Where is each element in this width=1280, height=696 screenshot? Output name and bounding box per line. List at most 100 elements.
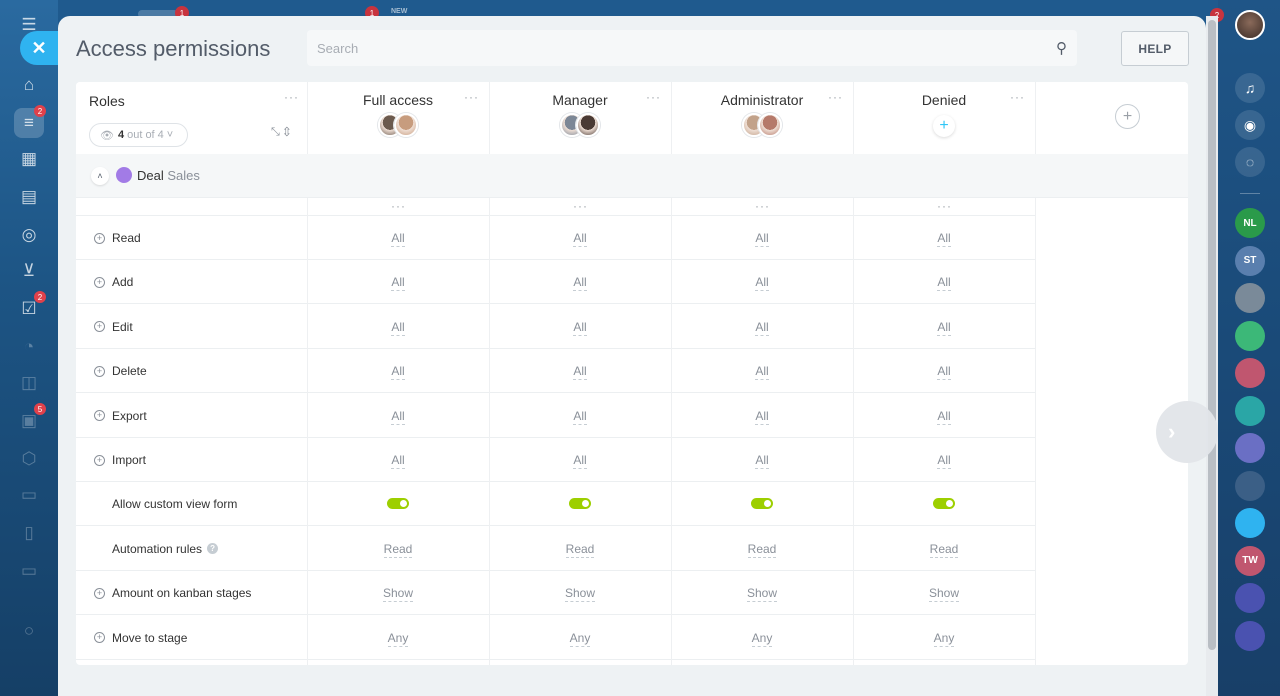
expand-plus-icon[interactable]: + bbox=[94, 587, 105, 599]
bell-icon[interactable]: ◔ bbox=[14, 332, 44, 362]
permission-value[interactable]: All bbox=[489, 231, 671, 247]
permission-value[interactable]: All bbox=[489, 275, 671, 292]
chat-avatar[interactable] bbox=[1235, 320, 1265, 351]
target-icon[interactable]: ◎ bbox=[14, 220, 44, 250]
chat-avatar[interactable] bbox=[1235, 583, 1265, 613]
permission-value[interactable]: All bbox=[853, 319, 1035, 336]
add-member-icon[interactable]: + bbox=[933, 115, 955, 137]
permission-toggle[interactable] bbox=[569, 498, 591, 510]
permission-value[interactable]: All bbox=[307, 408, 489, 425]
permission-value[interactable]: All bbox=[853, 275, 1035, 292]
permission-value[interactable]: Any bbox=[307, 630, 489, 647]
chat-avatar[interactable] bbox=[1235, 395, 1265, 426]
role-header[interactable]: Denied ··· + bbox=[853, 82, 1035, 154]
search-input[interactable]: Search ⚲ bbox=[307, 30, 1077, 66]
chat-avatar[interactable] bbox=[1235, 470, 1265, 501]
chat-avatar[interactable] bbox=[1235, 433, 1265, 463]
permission-value[interactable]: All bbox=[489, 364, 671, 381]
file-icon[interactable]: ▯ bbox=[14, 518, 44, 548]
expand-plus-icon[interactable]: + bbox=[94, 365, 105, 377]
permission-value[interactable]: All bbox=[671, 453, 853, 469]
role-header[interactable]: Administrator ··· bbox=[671, 82, 853, 154]
crm-icon[interactable]: ≡ 2 bbox=[14, 105, 46, 138]
permission-value[interactable]: Any bbox=[853, 630, 1035, 647]
permission-value[interactable]: Any bbox=[489, 630, 671, 647]
permission-value[interactable]: All bbox=[853, 231, 1035, 247]
permission-value[interactable]: Show bbox=[671, 586, 853, 603]
chat-icon[interactable]: ◫ bbox=[14, 368, 44, 398]
calendar-icon[interactable]: ▦ bbox=[14, 144, 44, 174]
expand-plus-icon[interactable]: + bbox=[94, 232, 105, 244]
expand-plus-icon[interactable]: + bbox=[94, 321, 105, 333]
permission-value[interactable]: Show bbox=[307, 586, 489, 603]
role-more-icon[interactable]: ··· bbox=[1010, 90, 1025, 104]
permission-value[interactable]: Any bbox=[671, 630, 853, 647]
expand-plus-icon[interactable]: + bbox=[94, 410, 105, 422]
chat-avatar[interactable] bbox=[1235, 620, 1265, 651]
help-button[interactable]: HELP bbox=[1121, 31, 1189, 66]
role-avatars[interactable] bbox=[742, 113, 782, 137]
permission-value[interactable]: All bbox=[489, 408, 671, 425]
permission-toggle[interactable] bbox=[387, 498, 409, 510]
collapse-expand-icons[interactable]: ⤡⇳ bbox=[271, 126, 294, 139]
permission-value[interactable]: All bbox=[489, 453, 671, 469]
permission-value[interactable]: All bbox=[671, 319, 853, 336]
permission-value[interactable]: Read bbox=[489, 541, 671, 558]
cart-icon[interactable]: ⊻ bbox=[14, 256, 44, 286]
permission-value[interactable]: All bbox=[307, 275, 489, 292]
chat-avatar[interactable] bbox=[1235, 358, 1265, 388]
permission-value[interactable]: All bbox=[307, 231, 489, 247]
permission-value[interactable]: Show bbox=[489, 586, 671, 603]
permission-value[interactable]: All bbox=[853, 453, 1035, 469]
scrollbar-thumb[interactable] bbox=[1208, 20, 1216, 650]
role-more-icon[interactable]: ··· bbox=[828, 90, 843, 104]
messenger-icon[interactable]: ◌ bbox=[1235, 147, 1265, 177]
notifications-icon[interactable]: ♫ bbox=[1235, 73, 1265, 103]
expand-plus-icon[interactable]: + bbox=[94, 276, 105, 288]
settings-icon[interactable]: ○ bbox=[14, 616, 44, 646]
role-avatars[interactable] bbox=[560, 113, 600, 137]
chat-avatar[interactable]: TW bbox=[1235, 545, 1265, 576]
role-avatars[interactable] bbox=[378, 113, 418, 137]
help-icon[interactable]: ? bbox=[207, 543, 219, 555]
permission-value[interactable]: All bbox=[307, 364, 489, 381]
role-header[interactable]: Full access ··· bbox=[307, 82, 489, 154]
monitor-icon[interactable]: ▭ bbox=[14, 556, 44, 586]
hexagon-icon[interactable]: ⬡ bbox=[14, 444, 44, 474]
role-header[interactable]: Manager ··· bbox=[489, 82, 671, 154]
permission-value[interactable]: All bbox=[671, 364, 853, 381]
collapse-group-icon[interactable]: ˄ bbox=[91, 167, 109, 185]
column-more-icon[interactable]: ··· bbox=[573, 199, 588, 213]
close-slider-button[interactable]: ✕ bbox=[20, 31, 58, 65]
roles-counter-pill[interactable]: 👁 4 out of 4 ˅ bbox=[89, 123, 188, 147]
expand-plus-icon[interactable]: + bbox=[94, 632, 105, 644]
role-more-icon[interactable]: ··· bbox=[646, 90, 661, 104]
permission-value[interactable]: All bbox=[671, 231, 853, 247]
chat-avatar[interactable]: ST bbox=[1235, 245, 1265, 276]
chat-avatar[interactable] bbox=[1235, 283, 1265, 313]
docs-icon[interactable]: ▣ 5 bbox=[14, 403, 46, 436]
add-role-button[interactable]: + bbox=[1115, 104, 1140, 129]
permission-value[interactable]: All bbox=[671, 408, 853, 425]
permission-value[interactable]: All bbox=[853, 408, 1035, 425]
permission-value[interactable]: All bbox=[853, 364, 1035, 381]
permission-value[interactable]: Show bbox=[853, 586, 1035, 603]
permission-value[interactable]: All bbox=[307, 453, 489, 469]
role-more-icon[interactable]: ··· bbox=[464, 90, 479, 104]
roles-more-icon[interactable]: ··· bbox=[284, 90, 299, 104]
permission-value[interactable]: Read bbox=[671, 541, 853, 558]
column-more-icon[interactable]: ··· bbox=[391, 199, 406, 213]
copilot-icon[interactable]: ◉ bbox=[1235, 110, 1265, 140]
home-icon[interactable]: ⌂ bbox=[14, 70, 44, 100]
expand-plus-icon[interactable]: + bbox=[94, 454, 105, 466]
inventory-icon[interactable]: ▤ bbox=[14, 182, 44, 212]
scroll-right-button[interactable]: › bbox=[1156, 401, 1218, 463]
permission-value[interactable]: Read bbox=[853, 541, 1035, 558]
permission-toggle[interactable] bbox=[751, 498, 773, 510]
permission-value[interactable]: All bbox=[671, 275, 853, 292]
tasks-icon[interactable]: ☑ 2 bbox=[14, 291, 46, 324]
calendar-small-icon[interactable]: ▭ bbox=[14, 480, 44, 510]
permission-value[interactable]: All bbox=[307, 319, 489, 336]
permission-value[interactable]: Read bbox=[307, 541, 489, 558]
search-icon[interactable]: ⚲ bbox=[1056, 39, 1067, 57]
